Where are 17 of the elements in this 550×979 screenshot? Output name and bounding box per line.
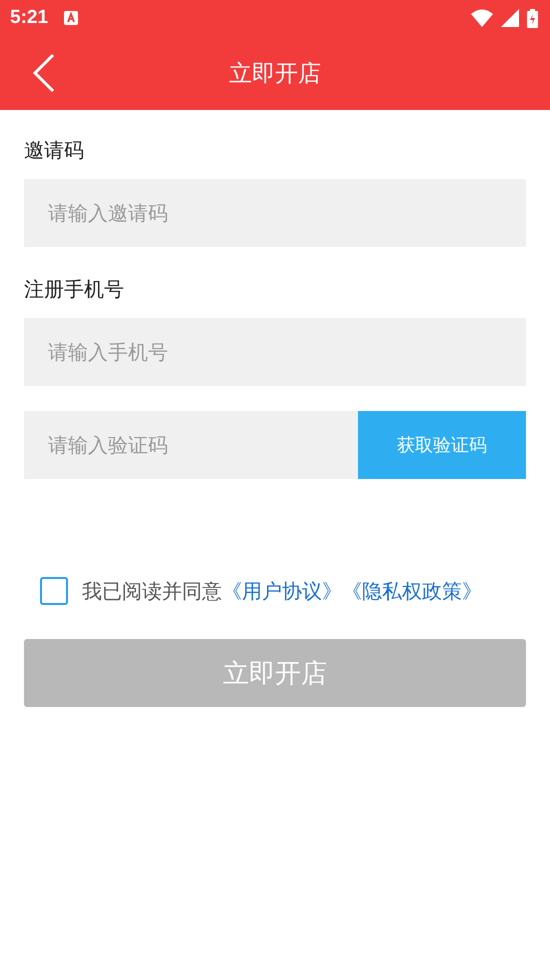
code-input-field[interactable]: 请输入验证码 (24, 411, 358, 479)
status-time: 5:21 (10, 7, 48, 29)
battery-icon (527, 8, 538, 28)
get-code-button[interactable]: 获取验证码 (358, 411, 526, 479)
agreement-link[interactable]: 《隐私权政策》 (342, 578, 482, 604)
wifi-icon (471, 9, 493, 27)
page-title: 立即开店 (229, 60, 321, 88)
agreement-link[interactable]: 《用户协议》 (222, 578, 342, 604)
agreement-checkbox[interactable] (40, 577, 68, 605)
input-field[interactable]: 请输入邀请码 (24, 179, 526, 247)
back-icon[interactable] (32, 53, 56, 93)
notification-icon (64, 11, 78, 25)
agreement-text: 我已阅读并同意 (82, 578, 222, 604)
field-label: 注册手机号 (24, 276, 125, 303)
signal-icon (501, 9, 519, 27)
input-field[interactable]: 请输入手机号 (24, 318, 526, 386)
field-label: 邀请码 (24, 137, 85, 164)
